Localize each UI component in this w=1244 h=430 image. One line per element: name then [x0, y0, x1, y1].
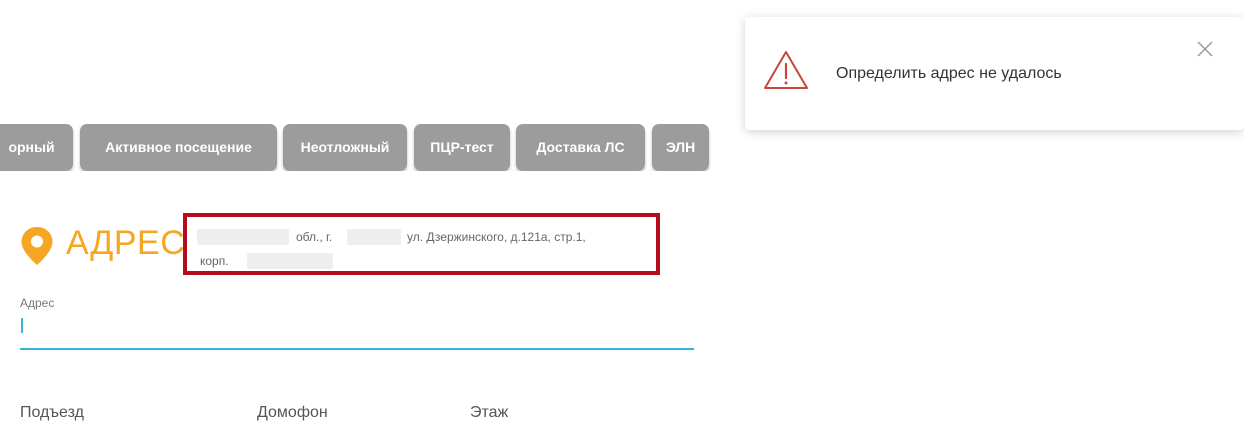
redacted-city [347, 229, 401, 245]
tab-pcr-test[interactable]: ПЦР-тест [414, 124, 510, 171]
toast-message: Определить адрес не удалось [836, 65, 1062, 82]
found-address-highlight: обл., г. ул. Дзержинского, д.121а, стр.1… [183, 213, 660, 275]
tab-ambulatory[interactable]: орный [0, 124, 73, 171]
address-input[interactable] [20, 312, 694, 350]
tab-urgent[interactable]: Неотложный [283, 124, 407, 171]
found-address-street: ул. Дзержинского, д.121а, стр.1, [407, 230, 586, 244]
tab-drug-delivery[interactable]: Доставка ЛС [516, 124, 645, 171]
redacted-region [197, 229, 289, 245]
map-pin-icon [21, 227, 53, 265]
found-address-region: обл., г. [296, 230, 333, 244]
close-icon[interactable] [1195, 39, 1215, 59]
tab-eln[interactable]: ЭЛН [652, 124, 709, 171]
address-field-label: Адрес [20, 296, 55, 310]
intercom-label: Домофон [257, 404, 328, 421]
address-section-title: АДРЕС [66, 224, 186, 262]
text-caret [21, 318, 23, 333]
error-toast: Определить адрес не удалось [745, 17, 1244, 130]
visit-type-tabs: орный Активное посещение Неотложный ПЦР-… [0, 124, 760, 171]
warning-icon [764, 51, 808, 89]
floor-label: Этаж [470, 404, 509, 421]
redacted-building [247, 253, 333, 269]
entrance-label: Подъезд [20, 404, 84, 421]
found-address-building: корп. [200, 254, 229, 268]
tab-active-visit[interactable]: Активное посещение [80, 124, 277, 171]
